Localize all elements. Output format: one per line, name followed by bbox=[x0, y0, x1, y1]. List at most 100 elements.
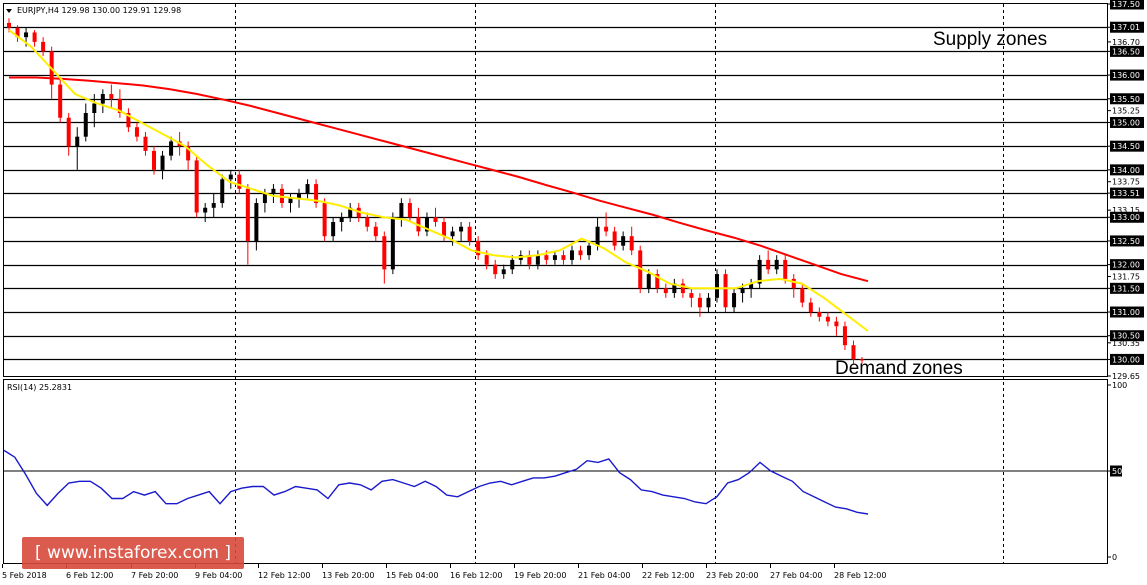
candle bbox=[254, 198, 259, 251]
candle bbox=[714, 269, 719, 303]
time-label-6: 15 Feb 04:00 bbox=[386, 571, 438, 580]
candle bbox=[817, 307, 822, 322]
time-label-3: 9 Feb 04:00 bbox=[195, 571, 242, 580]
candle bbox=[433, 207, 438, 227]
candle bbox=[134, 122, 139, 142]
candle bbox=[143, 131, 148, 156]
candle bbox=[680, 278, 685, 298]
price-label-8: 134.50 bbox=[1112, 142, 1140, 151]
candle bbox=[117, 89, 122, 118]
time-label-2: 7 Feb 20:00 bbox=[131, 571, 178, 580]
price-label-18: 131.00 bbox=[1112, 308, 1140, 317]
time-label-7: 16 Feb 12:00 bbox=[450, 571, 502, 580]
candle bbox=[126, 108, 131, 132]
candle bbox=[578, 245, 583, 260]
time-label-8: 19 Feb 20:00 bbox=[514, 571, 566, 580]
price-label-16: 131.75 bbox=[1112, 272, 1140, 281]
candle bbox=[527, 250, 532, 270]
candle bbox=[220, 174, 225, 208]
candle bbox=[561, 250, 566, 265]
time-label-9: 21 Feb 04:00 bbox=[578, 571, 630, 580]
candle bbox=[689, 288, 694, 308]
candle bbox=[211, 193, 216, 218]
rsi-label: RSI(14) 25.2831 bbox=[7, 383, 72, 392]
candle bbox=[663, 283, 668, 298]
candle bbox=[83, 103, 88, 142]
price-panel-border bbox=[3, 3, 1108, 377]
candle bbox=[49, 46, 54, 99]
candle bbox=[629, 226, 634, 256]
candle bbox=[373, 221, 378, 241]
price-label-10: 133.75 bbox=[1112, 178, 1140, 187]
candle bbox=[100, 89, 105, 113]
candle bbox=[271, 184, 276, 204]
candle bbox=[604, 212, 609, 237]
candle bbox=[245, 184, 250, 265]
candle bbox=[109, 84, 114, 109]
price-label-17: 131.50 bbox=[1112, 284, 1140, 293]
rsi-level-label-2: 0 bbox=[1112, 553, 1117, 562]
candle bbox=[808, 297, 813, 317]
price-label-3: 136.50 bbox=[1112, 47, 1140, 56]
candle bbox=[825, 312, 830, 327]
candle bbox=[416, 207, 421, 237]
candle bbox=[467, 221, 472, 246]
candle bbox=[834, 316, 839, 336]
candle bbox=[732, 288, 737, 313]
candlesticks bbox=[7, 18, 864, 364]
candle bbox=[569, 245, 574, 265]
moving-average-slow bbox=[9, 76, 869, 283]
candle bbox=[339, 212, 344, 232]
candle bbox=[186, 141, 191, 170]
candle bbox=[842, 321, 847, 350]
candle bbox=[450, 226, 455, 246]
candle bbox=[587, 240, 592, 260]
price-label-20: 130.35 bbox=[1112, 339, 1140, 348]
rsi-axis: 100 50 0 bbox=[1107, 381, 1127, 562]
zone-lines bbox=[4, 26, 1107, 361]
price-label-13: 133.00 bbox=[1112, 213, 1140, 222]
price-axis: 137.50 137.01 136.70136.50 136.00 135.50 135.… bbox=[1107, 0, 1144, 381]
time-label-1: 6 Feb 12:00 bbox=[66, 571, 113, 580]
candle bbox=[160, 150, 165, 180]
menu-triangle-icon[interactable] bbox=[6, 9, 12, 13]
time-label-0: 5 Feb 2018 bbox=[2, 571, 47, 580]
candle bbox=[314, 179, 319, 208]
supply-zones-label: Supply zones bbox=[933, 29, 1047, 50]
candle bbox=[766, 250, 771, 275]
candle bbox=[424, 212, 429, 237]
candle bbox=[288, 193, 293, 213]
candle bbox=[382, 231, 387, 284]
candle bbox=[399, 198, 404, 227]
candle bbox=[194, 155, 199, 218]
price-label-14: 132.50 bbox=[1112, 237, 1140, 246]
candle bbox=[58, 79, 63, 123]
price-label-2: 136.70 bbox=[1112, 38, 1140, 47]
price-label-11: 133.51 bbox=[1112, 189, 1140, 198]
demand-zones-label: Demand zones bbox=[835, 358, 963, 379]
candle bbox=[322, 198, 327, 241]
candle bbox=[535, 250, 540, 270]
price-label-7: 135.00 bbox=[1112, 118, 1140, 127]
candle bbox=[228, 169, 233, 189]
candle bbox=[621, 231, 626, 251]
time-label-5: 13 Feb 20:00 bbox=[322, 571, 374, 580]
candle bbox=[791, 274, 796, 298]
candle bbox=[672, 278, 677, 298]
candle bbox=[32, 30, 37, 47]
price-label-6: 135.25 bbox=[1112, 107, 1140, 116]
candle bbox=[15, 25, 20, 42]
price-label-4: 136.00 bbox=[1112, 71, 1140, 80]
rsi-level-label-1: 50 bbox=[1112, 467, 1122, 476]
candle bbox=[697, 293, 702, 317]
candle bbox=[612, 226, 617, 251]
price-label-22: 129.65 bbox=[1112, 372, 1140, 381]
candle bbox=[774, 255, 779, 275]
candle bbox=[723, 269, 728, 313]
time-label-11: 23 Feb 20:00 bbox=[706, 571, 758, 580]
chart-canvas: EURJPY,H4 129.98 130.00 129.91 129.98 13… bbox=[2, 0, 1144, 580]
candle bbox=[459, 221, 464, 241]
rsi-line bbox=[3, 449, 869, 515]
candle bbox=[501, 264, 506, 279]
watermark: [ www.instaforex.com ] bbox=[22, 537, 244, 569]
